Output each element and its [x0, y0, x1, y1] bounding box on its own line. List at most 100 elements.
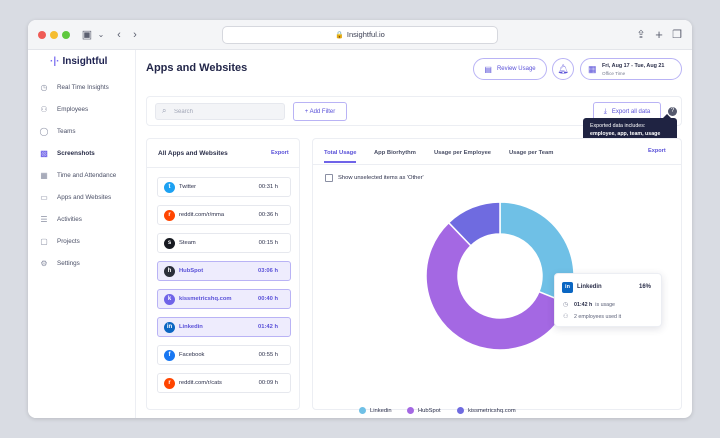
sidebar-item-label: Teams [57, 127, 76, 135]
tip-usage-suffix: is usage [595, 301, 615, 308]
sidebar: ·|· Insightful ◷ Real Time Insights ⚇ Emplo… [28, 50, 136, 418]
lock-icon: 🔒 [335, 32, 344, 39]
app-name: Steam [179, 240, 196, 246]
search-box[interactable]: ⌕ [155, 103, 285, 120]
teams-icon: ◯ [39, 126, 49, 136]
list-icon: ☰ [40, 214, 48, 224]
legend-item-linkedin: Linkedin [359, 407, 392, 414]
app-time: 01:42 h [258, 324, 278, 330]
tip-usage-line: ◷ 01:42 h is usage [563, 301, 615, 309]
close-window-button[interactable] [38, 31, 46, 39]
legend-swatch [359, 407, 366, 414]
bell-icon: 🔔︎ [557, 63, 569, 74]
briefcase-icon: ▢ [40, 236, 48, 246]
tabs-overview-icon[interactable]: ❐ [670, 28, 684, 42]
linkedin-icon: in [164, 322, 175, 333]
sidebar-item-time-and-attendance[interactable]: ▦ Time and Attendance [38, 166, 132, 184]
date-range-picker[interactable]: ▦ Fri, Aug 17 - Tue, Aug 21 Office Time [580, 58, 682, 80]
app-name: Linkedin [179, 324, 203, 330]
legend-swatch [407, 407, 414, 414]
sidebar-item-projects[interactable]: ▢ Projects [38, 232, 132, 250]
search-input[interactable] [174, 106, 279, 117]
twitter-icon: t [164, 182, 175, 193]
sidebar-toggle-icon[interactable]: ▣ [80, 28, 94, 42]
users-icon: ⚇ [563, 314, 569, 320]
users-icon: ⚇ [40, 104, 48, 114]
legend-label: Linkedin [370, 407, 392, 414]
tooltip-line-2: employee, app, team, usage [590, 131, 661, 137]
tip-employees-line: ⚇ 2 employees used it [563, 313, 622, 321]
sidebar-item-label: Activities [57, 215, 82, 223]
sidebar-item-label: Employees [57, 105, 89, 113]
reddit-com-r-cats-icon: r [164, 378, 175, 389]
steam-icon: s [164, 238, 175, 249]
app-row[interactable]: r reddit.com/r/mma 00:36 h [157, 205, 291, 225]
apps-panel-title: All Apps and Websites [158, 150, 228, 157]
share-icon[interactable]: ⇪ [634, 28, 648, 42]
date-range-text: Fri, Aug 17 - Tue, Aug 21 [602, 63, 665, 69]
screenshot-icon: ▧ [40, 148, 48, 158]
maximize-window-button[interactable] [62, 31, 70, 39]
legend-swatch [457, 407, 464, 414]
tip-employees-text: 2 employees used it [574, 313, 622, 320]
app-time: 00:31 h [258, 184, 278, 190]
logo-mark-icon: ·|· [50, 56, 60, 67]
apps-export-link[interactable]: Export [271, 150, 289, 156]
linkedin-icon: in [562, 282, 573, 293]
app-row[interactable]: in Linkedin 01:42 h [157, 317, 291, 337]
tip-app-name: Linkedin [577, 284, 602, 290]
legend-label: kissmetricshq.com [468, 407, 516, 414]
app-name: reddit.com/r/mma [179, 212, 225, 218]
sidebar-item-activities[interactable]: ☰ Activities [38, 210, 132, 228]
app-row[interactable]: s Steam 00:15 h [157, 233, 291, 253]
browser-chrome: ▣ ⌄ ‹ › 🔒 Insightful.io ⇪ + ❐ [28, 20, 692, 50]
forward-arrow-icon[interactable]: › [128, 28, 142, 42]
url-text: Insightful.io [346, 30, 385, 39]
sidebar-item-employees[interactable]: ⚇ Employees [38, 100, 132, 118]
timezone-text: Office Time [602, 71, 626, 76]
app-time: 00:09 h [258, 380, 278, 386]
app-name: reddit.com/r/cats [179, 380, 222, 386]
new-tab-icon[interactable]: + [652, 28, 666, 42]
app-time: 00:40 h [258, 296, 278, 302]
app-row[interactable]: t Twitter 00:31 h [157, 177, 291, 197]
app-name: kissmetricshq.com [179, 296, 232, 302]
reddit-com-r-mma-icon: r [164, 210, 175, 221]
minimize-window-button[interactable] [50, 31, 58, 39]
review-usage-button[interactable]: ▤ Review Usage [473, 58, 547, 80]
legend-item-hubspot: HubSpot [407, 407, 441, 414]
facebook-icon: f [164, 350, 175, 361]
sidebar-item-apps-and-websites[interactable]: ▭ Apps and Websites [38, 188, 132, 206]
chart-icon: ▤ [484, 64, 492, 74]
address-bar[interactable]: 🔒 Insightful.io [222, 26, 498, 44]
search-icon: ⌕ [162, 106, 167, 115]
browser-window: ▣ ⌄ ‹ › 🔒 Insightful.io ⇪ + ❐ ·|· Insightf… [28, 20, 692, 418]
notifications-button[interactable]: 🔔︎ [552, 58, 574, 80]
app-row[interactable]: f Facebook 00:55 h [157, 345, 291, 365]
app-row[interactable]: r reddit.com/r/cats 00:09 h [157, 373, 291, 393]
clock-icon: ◷ [40, 82, 48, 92]
add-filter-button[interactable]: + Add Filter [293, 102, 347, 121]
app-row[interactable]: h HubSpot 03:06 h [157, 261, 291, 281]
chevron-down-icon[interactable]: ⌄ [94, 28, 108, 42]
app-time: 03:06 h [258, 268, 278, 274]
app-row[interactable]: k kissmetricshq.com 00:40 h [157, 289, 291, 309]
app-name: HubSpot [179, 268, 204, 274]
chart-hover-tooltip: in Linkedin 16% ◷ 01:42 h is usage ⚇ 2 empl… [554, 273, 662, 327]
calendar-icon: ▦ [588, 64, 597, 74]
sidebar-item-screenshots[interactable]: ▧ Screenshots [38, 144, 132, 162]
clock-icon: ◷ [563, 302, 569, 308]
sidebar-item-teams[interactable]: ◯ Teams [38, 122, 132, 140]
monitor-icon: ▭ [40, 192, 48, 202]
legend-item-kissmetricshq: kissmetricshq.com [457, 407, 516, 414]
app-time: 00:36 h [258, 212, 278, 218]
legend-label: HubSpot [418, 407, 441, 414]
calendar-icon: ▦ [40, 170, 48, 180]
sidebar-item-settings[interactable]: ⚙ Settings [38, 254, 132, 272]
logo[interactable]: ·|· Insightful [50, 56, 107, 67]
logo-text: Insightful [62, 56, 108, 67]
app-name: Facebook [179, 352, 205, 358]
sidebar-item-real-time-insights[interactable]: ◷ Real Time Insights [38, 78, 132, 96]
back-arrow-icon[interactable]: ‹ [112, 28, 126, 42]
sidebar-item-label: Screenshots [57, 149, 95, 157]
